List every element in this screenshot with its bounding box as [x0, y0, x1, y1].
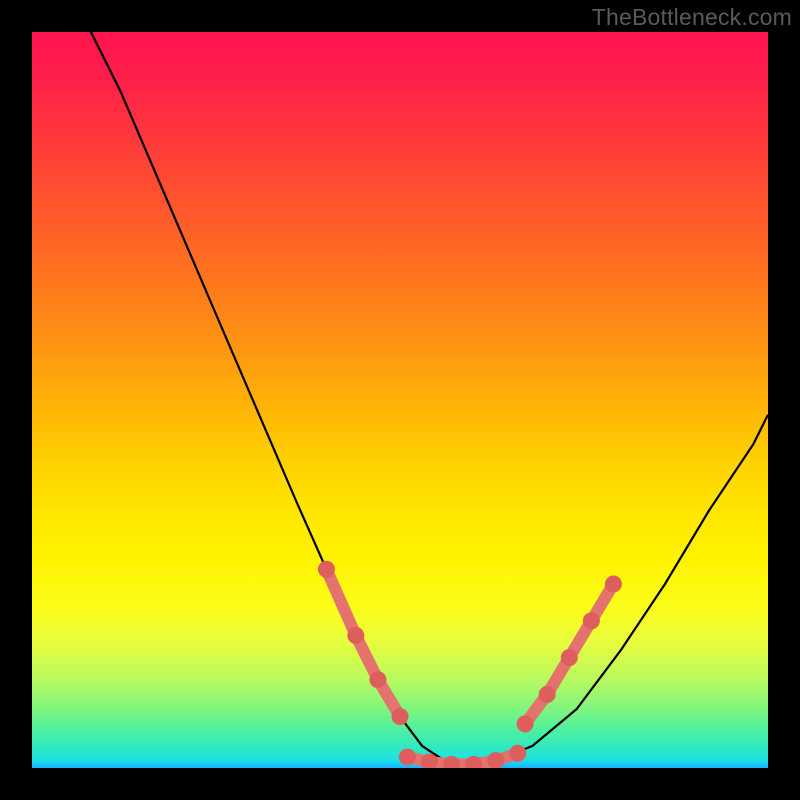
highlight-dot	[392, 708, 409, 725]
highlight-dot	[517, 715, 534, 732]
highlight-line	[326, 569, 355, 635]
highlight-dot	[399, 748, 416, 765]
attribution-text: TheBottleneck.com	[592, 4, 792, 31]
chart-overlay	[32, 32, 768, 768]
highlight-dot	[369, 671, 386, 688]
highlight-dot	[605, 576, 622, 593]
plot-area	[32, 32, 768, 768]
bottleneck-curve	[91, 32, 768, 764]
highlight-dot	[561, 649, 578, 666]
highlight-dot	[347, 627, 364, 644]
highlight-dot	[583, 612, 600, 629]
highlight-dot	[443, 756, 460, 768]
highlight-dot	[318, 561, 335, 578]
highlight-dot	[509, 745, 526, 762]
highlight-segments	[318, 561, 622, 768]
highlight-dot	[539, 686, 556, 703]
